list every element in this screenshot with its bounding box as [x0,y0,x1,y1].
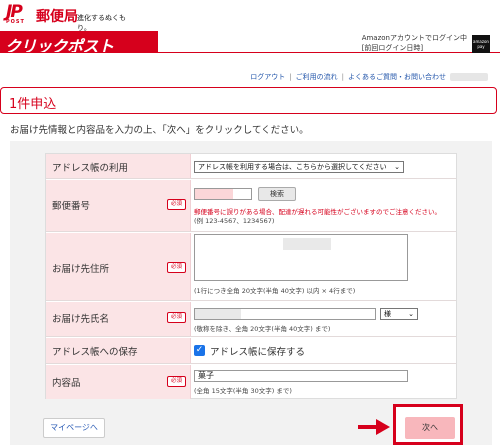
row-address: お届け先住所 必須 (1行につき全角 20文字(半角 40文字) 以内 × 4行… [46,233,456,301]
postal-search-button[interactable]: 検索 [258,187,296,201]
save-label: アドレス帳への保存 [52,347,138,358]
logout-link[interactable]: ログアウト [250,72,285,82]
redacted-value [283,238,331,250]
redacted-value [195,309,241,319]
required-badge: 必須 [167,312,186,323]
save-checkbox[interactable]: ✓ [194,345,205,356]
next-button[interactable]: 次へ [405,417,455,439]
redacted-value [195,189,233,199]
chevron-down-icon: ⌄ [408,310,414,318]
last-login-label: [前回ログイン日時] [361,44,424,52]
contents-label: 内容品 [52,378,81,389]
row-contents: 内容品 必須 菓子 (全角 15文字(半角 30文字) まで) [46,365,456,399]
postal-example: (例 123-4567、1234567) [194,217,275,225]
label-cell: 郵便番号 必須 [46,180,191,231]
value-cell: 様 ⌄ (敬称を除き、全角 20文字(半角 40文字) まで) [192,302,456,336]
guide-link[interactable]: ご利用の流れ [296,72,338,82]
japan-post-logo[interactable]: JP POST 郵便局 進化するぬくもり。 [0,0,130,32]
label-cell: アドレス帳の利用 [46,154,191,178]
label-cell: お届け先氏名 必須 [46,302,191,336]
label-cell: お届け先住所 必須 [46,233,191,300]
mypage-button[interactable]: マイページへ [43,418,105,438]
required-badge: 必須 [167,376,186,387]
address-textarea[interactable] [194,234,408,281]
faq-link[interactable]: よくあるご質問・お問い合わせ [348,72,446,82]
recipient-name-label: お届け先氏名 [52,314,110,325]
address-label: お届け先住所 [52,264,110,275]
delivery-form: アドレス帳の利用 アドレス帳を利用する場合は、こちらから選択してください ⌄ 郵… [45,153,457,399]
account-status: Amazonアカウントでログイン中 [361,34,467,42]
label-cell: 内容品 必須 [46,365,191,399]
required-badge: 必須 [167,262,186,273]
value-cell: 菓子 (全角 15文字(半角 30文字) まで) [192,365,456,399]
value-cell: ✓ アドレス帳に保存する [192,338,456,363]
value-cell: アドレス帳を利用する場合は、こちらから選択してください ⌄ [192,154,456,178]
brand-title: クリックポスト [5,37,114,56]
click-post-apply-page: JP POST 郵便局 進化するぬくもり。 クリックポスト Amazonアカウン… [0,0,500,445]
jp-post-mark-icon: JP POST [6,2,25,25]
redacted-text [450,73,488,81]
top-links: ログアウト | ご利用の流れ | よくあるご質問・お問い合わせ [250,72,488,82]
page-title: 1件申込 [9,97,57,112]
row-save-address: アドレス帳への保存 ✓ アドレス帳に保存する [46,338,456,364]
row-address-book: アドレス帳の利用 アドレス帳を利用する場合は、こちらから選択してください ⌄ [46,154,456,179]
recipient-name-note: (敬称を除き、全角 20文字(半角 40文字) まで) [194,325,331,333]
brand-banner[interactable]: クリックポスト [0,31,158,56]
recipient-name-input[interactable] [194,308,376,320]
tagline: 進化するぬくもり。 [77,14,126,32]
chevron-down-icon: ⌄ [394,163,400,171]
address-note: (1行につき全角 20文字(半角 40文字) 以内 × 4行まで) [194,287,356,295]
org-name: 郵便局 [36,9,78,25]
instruction-text: お届け先情報と内容品を入力の上、「次へ」をクリックしてください。 [10,125,309,136]
account-info: Amazonアカウントでログイン中 [前回ログイン日時] [362,33,467,53]
arrow-right-icon [358,419,390,435]
address-book-label: アドレス帳の利用 [52,163,129,174]
label-cell: アドレス帳への保存 [46,338,191,363]
row-postal-code: 郵便番号 必須 検索 郵便番号に誤りがある場合、配達が遅れる可能性がございますの… [46,180,456,232]
postal-code-input[interactable] [194,188,252,200]
divider: | [341,73,344,81]
contents-note: (全角 15文字(半角 30文字) まで) [194,387,292,395]
required-badge: 必須 [167,199,186,210]
row-recipient-name: お届け先氏名 必須 様 ⌄ (敬称を除き、全角 20文字(半角 40文字) まで… [46,302,456,337]
value-cell: (1行につき全角 20文字(半角 40文字) 以内 × 4行まで) [192,233,456,300]
postal-code-label: 郵便番号 [52,201,91,212]
value-cell: 検索 郵便番号に誤りがある場合、配達が遅れる可能性がございますのでご注意ください… [192,180,456,231]
amazon-pay-icon: amazon pay [472,35,490,53]
honorific-select[interactable]: 様 ⌄ [380,308,418,320]
page-title-bar: 1件申込 [0,87,497,114]
address-book-select[interactable]: アドレス帳を利用する場合は、こちらから選択してください ⌄ [194,161,404,173]
divider: | [289,73,292,81]
contents-input[interactable]: 菓子 [194,370,408,382]
save-checkbox-label[interactable]: アドレス帳に保存する [210,344,305,358]
